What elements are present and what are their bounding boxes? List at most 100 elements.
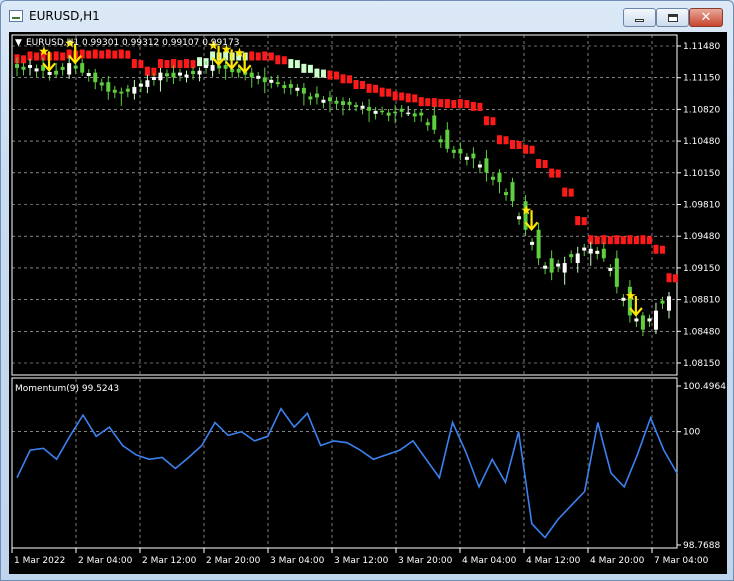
trend-band-block bbox=[379, 87, 385, 97]
trend-band-block bbox=[457, 99, 463, 109]
trend-band-block bbox=[314, 68, 320, 78]
price-label: 1.10820 bbox=[683, 105, 720, 115]
trend-band-block bbox=[327, 70, 333, 80]
trend-band-block bbox=[529, 145, 535, 154]
chart-header: EURUSD,H1 0.99301 0.99312 0.99107 0.9917… bbox=[26, 38, 239, 48]
trend-band-block bbox=[399, 92, 405, 101]
momentum-series bbox=[16, 407, 678, 539]
indicator-pane-border bbox=[11, 377, 678, 549]
bull-candle bbox=[132, 86, 137, 94]
minor-candle bbox=[373, 110, 378, 114]
trend-band-block bbox=[262, 51, 268, 61]
bear-candle bbox=[93, 72, 98, 83]
bear-candle bbox=[275, 82, 280, 85]
trend-band-block bbox=[477, 102, 483, 111]
minor-candle bbox=[178, 72, 182, 76]
trend-band-block bbox=[536, 159, 542, 169]
price-label: 1.08810 bbox=[683, 296, 720, 306]
trend-band-block bbox=[562, 187, 568, 197]
bear-candle bbox=[510, 182, 515, 202]
trend-band-block bbox=[333, 71, 339, 80]
chart-dropdown-icon[interactable]: ▼ bbox=[15, 38, 22, 48]
minor-candle bbox=[556, 263, 561, 267]
bear-candle bbox=[327, 97, 332, 102]
window-title: EURUSD,H1 bbox=[29, 9, 100, 23]
minor-candle bbox=[256, 75, 261, 79]
price-label: 1.11480 bbox=[683, 42, 720, 52]
bear-candle bbox=[314, 93, 319, 98]
minor-candle bbox=[86, 73, 91, 77]
trend-band-block bbox=[340, 74, 346, 84]
trend-band-block bbox=[496, 135, 502, 145]
bull-candle bbox=[562, 263, 567, 273]
time-label: 2 Mar 20:00 bbox=[206, 556, 261, 566]
trend-band-block bbox=[294, 60, 300, 69]
bear-candle bbox=[419, 112, 424, 116]
trend-band-block bbox=[197, 57, 203, 67]
bear-candle bbox=[536, 229, 541, 259]
trend-band-block bbox=[503, 136, 509, 145]
bear-candle bbox=[367, 106, 372, 111]
minor-candle bbox=[34, 68, 39, 72]
trend-band-block bbox=[249, 51, 255, 61]
trend-band-block bbox=[366, 83, 372, 93]
minor-candle bbox=[399, 108, 404, 112]
minor-candle bbox=[530, 241, 535, 245]
minor-candle bbox=[295, 87, 300, 91]
bear-candle bbox=[249, 72, 254, 78]
minor-candle bbox=[438, 139, 443, 143]
trend-band-block bbox=[112, 50, 118, 59]
trend-band-block bbox=[431, 98, 437, 108]
bull-candle bbox=[197, 70, 202, 75]
trend-band-block bbox=[164, 60, 170, 69]
trend-band-block bbox=[268, 52, 274, 61]
trend-band-block bbox=[412, 94, 418, 103]
trend-band-block bbox=[105, 49, 111, 59]
trend-band-block bbox=[386, 88, 392, 97]
title-bar[interactable]: EURUSD,H1 ✕ bbox=[1, 1, 733, 31]
chart-window: EURUSD,H1 ✕ ★ ★ ★ ★ ★ ★ ★ 1.11480 1.11150 1.1082… bbox=[0, 0, 734, 581]
close-button[interactable]: ✕ bbox=[689, 8, 723, 27]
time-label: 4 Mar 04:00 bbox=[462, 556, 517, 566]
time-label: 7 Mar 04:00 bbox=[654, 556, 709, 566]
indicator-axis-label: 100 bbox=[683, 428, 700, 438]
chart-area[interactable]: ★ ★ ★ ★ ★ ★ ★ 1.11480 1.11150 1.10820 1.10480 1.10… bbox=[9, 32, 727, 574]
bear-candle bbox=[54, 70, 59, 75]
trend-band-block bbox=[633, 236, 639, 245]
trend-band-block bbox=[392, 91, 398, 101]
trend-band-block bbox=[307, 64, 313, 73]
trend-band-block bbox=[659, 245, 665, 254]
trend-band-block bbox=[490, 117, 496, 126]
trend-band-block bbox=[157, 59, 163, 69]
minor-candle bbox=[569, 254, 574, 258]
indicator-axis-label: 98.7688 bbox=[683, 541, 720, 551]
minor-candle bbox=[204, 64, 209, 68]
bear-candle bbox=[471, 153, 476, 159]
trend-band-block bbox=[99, 50, 105, 59]
trend-band-block bbox=[425, 98, 431, 107]
trend-band-block bbox=[184, 59, 190, 69]
trend-band-block bbox=[118, 49, 124, 59]
minor-candle bbox=[595, 250, 600, 254]
bear-candle bbox=[458, 148, 463, 154]
bear-candle bbox=[288, 84, 293, 88]
trend-band-block bbox=[92, 49, 98, 59]
minor-candle bbox=[151, 76, 156, 80]
main-pane-border bbox=[11, 34, 678, 376]
bull-candle bbox=[588, 248, 593, 254]
minor-candle bbox=[191, 71, 196, 75]
maximize-button[interactable] bbox=[656, 8, 689, 27]
time-label: 3 Mar 12:00 bbox=[334, 556, 389, 566]
price-label: 1.09810 bbox=[683, 201, 720, 211]
minor-candle bbox=[60, 66, 65, 70]
minimize-button[interactable] bbox=[623, 8, 656, 27]
trend-band-block bbox=[360, 81, 366, 90]
time-label: 4 Mar 20:00 bbox=[590, 556, 645, 566]
minor-candle bbox=[660, 300, 665, 304]
minor-candle bbox=[360, 105, 365, 109]
price-chart-svg[interactable]: ★★ ★ ★ ★★★ 1.114801.111501.108201.104801.10… bbox=[9, 32, 727, 574]
trend-band-block bbox=[60, 52, 66, 61]
bear-candle bbox=[601, 248, 606, 259]
price-label: 1.11150 bbox=[683, 74, 720, 84]
trend-band-block bbox=[640, 235, 646, 245]
